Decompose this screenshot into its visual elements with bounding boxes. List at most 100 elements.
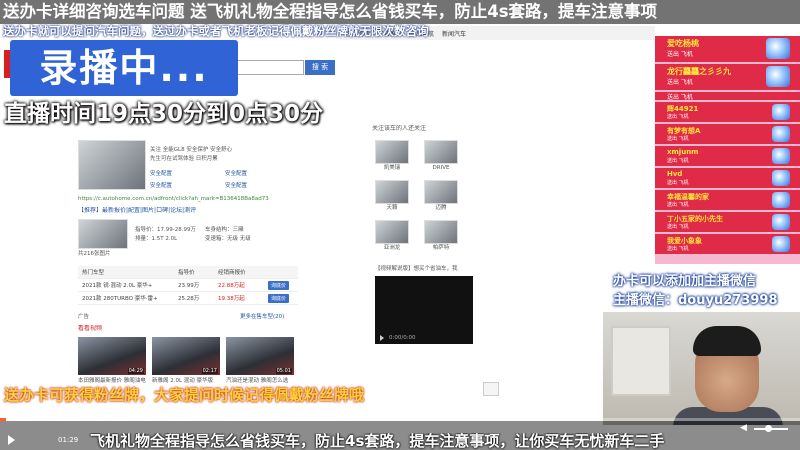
model-dealer-price: 19.38万起 bbox=[218, 296, 245, 302]
gift-entry: 有梦有想A 送出 飞机 bbox=[655, 124, 800, 144]
gift-entry: 幸福温馨的家 送出 飞机 bbox=[655, 190, 800, 210]
header-model: 热门车型 bbox=[82, 270, 105, 276]
bottom-scrolling-notice: 飞机礼物全程指导怎么省钱买车，防止4s套路，提车注意事项，让你买车无忧新车二手 bbox=[90, 433, 665, 450]
live-schedule: 直播时间19点30分到0点30分 bbox=[4, 101, 324, 127]
followed-car-image[interactable] bbox=[424, 180, 458, 204]
more-models-link[interactable]: 更多在售车型(20) bbox=[240, 313, 284, 321]
seek-bar-progress bbox=[0, 418, 6, 421]
followed-car-name[interactable]: 亚洲龙 bbox=[375, 244, 409, 252]
price-block-title[interactable]: 【推荐】最新报价|配置|图片|口碑|论坛|测评 bbox=[78, 207, 228, 215]
gift-description: 送出 飞机 bbox=[667, 136, 689, 142]
volume-icon[interactable]: ◀ bbox=[740, 423, 750, 433]
rocket-icon bbox=[772, 170, 790, 186]
embedded-video-time: 0:00/0:00 bbox=[389, 335, 416, 341]
sub-banner: 送办卡就可以提问汽车问题，送过办卡或者飞机老板记得佩戴粉丝牌就无限次数咨询 bbox=[3, 24, 429, 38]
streamer-hair bbox=[693, 326, 761, 356]
followed-car-name[interactable]: 天籁 bbox=[375, 204, 409, 212]
followed-car-name[interactable]: 帕萨特 bbox=[424, 244, 458, 252]
model-price: 23.99万 bbox=[178, 283, 200, 289]
gift-description: 送出 飞机 bbox=[667, 202, 689, 208]
summary-link-4[interactable]: 安全配置 bbox=[225, 182, 247, 190]
model-dealer-price: 22.88万起 bbox=[218, 283, 245, 289]
search-button[interactable]: 搜 索 bbox=[305, 60, 335, 75]
video-card[interactable]: 04:29 本田雅阁最新报价 雅阁油电 bbox=[78, 337, 146, 385]
model-table: 热门车型 指导价 经销商报价 2021款 锐·混动 2.0L 豪华+ 23.99… bbox=[78, 266, 298, 305]
gift-entry: Hvd 送出 飞机 bbox=[655, 168, 800, 188]
price-block-image[interactable] bbox=[78, 219, 128, 249]
embedded-video-title[interactable]: 【视频解说版】想买个省油车，我 bbox=[375, 265, 475, 273]
gift-description: 送出 飞机 bbox=[667, 114, 689, 120]
summary-link-3[interactable]: 安全配置 bbox=[150, 182, 172, 190]
rocket-icon bbox=[772, 192, 790, 208]
model-name[interactable]: 2021款 锐·混动 2.0L 豪华+ bbox=[78, 281, 178, 289]
car-summary-line-1: 关注 全能GL8 安全保护 安全舒心 bbox=[150, 147, 233, 153]
header-price: 指导价 bbox=[178, 270, 195, 276]
gift-sender: xmjunm bbox=[667, 148, 699, 156]
video-thumbnail[interactable]: 05:01 bbox=[226, 337, 294, 375]
followed-car-image[interactable] bbox=[424, 220, 458, 244]
price-block-image-caption: 共216张图片 bbox=[78, 251, 111, 257]
followed-car-name[interactable]: DRIVE bbox=[424, 164, 458, 172]
video-card[interactable]: 02:17 新雅阁 2.0L 混动 豪华版 bbox=[152, 337, 220, 385]
gift-description: 送出 飞机 bbox=[667, 180, 689, 186]
gift-description: 送出 飞机 bbox=[667, 224, 689, 230]
spec-engine: 排量：1.5T 2.0L bbox=[135, 236, 178, 242]
summary-link-2[interactable]: 安全配置 bbox=[225, 170, 247, 178]
followed-car[interactable]: 天籁 bbox=[375, 180, 409, 212]
rocket-icon bbox=[766, 38, 790, 59]
video-thumbnail[interactable]: 04:29 bbox=[78, 337, 146, 375]
seek-bar[interactable] bbox=[0, 418, 800, 421]
gift-description: 送出 飞机 bbox=[667, 79, 693, 86]
wechat-notice: 办卡可以添加加主播微信 bbox=[613, 274, 757, 289]
ad-url[interactable]: https://c.autohome.com.cn/adfront/click?… bbox=[78, 195, 298, 203]
followed-car[interactable]: 凯美瑞 bbox=[375, 140, 409, 172]
ask-price-button[interactable]: 询底价 bbox=[268, 293, 290, 303]
model-row[interactable]: 2021款 锐·混动 2.0L 豪华+ 23.99万 22.88万起 询底价 bbox=[78, 279, 298, 292]
gift-description: 送出 飞机 bbox=[667, 94, 693, 101]
followed-car-image[interactable] bbox=[375, 180, 409, 204]
gift-entry: 丁小五家的小先生 送出 飞机 bbox=[655, 212, 800, 232]
followed-car-name[interactable]: 迈腾 bbox=[424, 204, 458, 212]
summary-link-1[interactable]: 安全配置 bbox=[150, 170, 172, 178]
rocket-icon bbox=[772, 214, 790, 230]
scrolling-notice: 送办卡可获得粉丝牌，大家提问时候记得佩戴粉丝牌哦 bbox=[4, 386, 365, 404]
gift-panel: 爱吃杨桃 送出 飞机 龙行龘龘之彡彡九 送出 飞机 送出 飞机 辉44921 送… bbox=[655, 36, 800, 264]
videos-title[interactable]: 看看视频 bbox=[78, 325, 102, 333]
followed-car[interactable]: 迈腾 bbox=[424, 180, 458, 212]
gift-description: 送出 飞机 bbox=[667, 246, 689, 252]
followed-car-image[interactable] bbox=[375, 220, 409, 244]
gift-sender: 龙行龘龘之彡彡九 bbox=[667, 67, 731, 76]
model-price: 25.28万 bbox=[178, 296, 200, 302]
streamer-webcam bbox=[603, 312, 800, 425]
followed-car-image[interactable] bbox=[424, 140, 458, 164]
embedded-video-player[interactable]: 0:00/0:00 bbox=[375, 276, 473, 344]
model-name[interactable]: 2021款 280TURBO 豪华·雷+ bbox=[78, 294, 178, 302]
followed-car[interactable]: DRIVE bbox=[424, 140, 458, 172]
gift-entry: 辉44921 送出 飞机 bbox=[655, 102, 800, 122]
followed-car-name[interactable]: 凯美瑞 bbox=[375, 164, 409, 172]
video-duration: 02:17 bbox=[201, 368, 218, 374]
replay-badge: 录播中... bbox=[10, 40, 238, 96]
volume-slider-handle[interactable] bbox=[765, 425, 772, 432]
video-thumbnail[interactable]: 02:17 bbox=[152, 337, 220, 375]
wechat-id: 主播微信：douyu273998 bbox=[613, 293, 778, 308]
model-row[interactable]: 2021款 280TURBO 豪华·雷+ 25.28万 19.38万起 询底价 bbox=[78, 292, 298, 305]
ad-label: 广告 bbox=[78, 314, 90, 320]
gift-entry: 龙行龘龘之彡彡九 送出 飞机 bbox=[655, 64, 800, 90]
gift-entry: 爱吃杨桃 送出 飞机 bbox=[655, 36, 800, 62]
rocket-icon bbox=[772, 148, 790, 164]
car-summary-image[interactable] bbox=[78, 140, 146, 190]
embedded-play-icon[interactable] bbox=[380, 335, 384, 341]
followed-car-image[interactable] bbox=[375, 140, 409, 164]
rocket-icon bbox=[772, 104, 790, 120]
followed-car[interactable]: 帕萨特 bbox=[424, 220, 458, 252]
header-dealer: 经销商报价 bbox=[218, 270, 246, 276]
video-card[interactable]: 05:01 汽油还是混动 雅阁怎么选 bbox=[226, 337, 294, 385]
followed-car[interactable]: 亚洲龙 bbox=[375, 220, 409, 252]
gift-description: 送出 飞机 bbox=[667, 158, 689, 164]
gift-entry: 送出 飞机 bbox=[655, 92, 800, 101]
gift-sender: 爱吃杨桃 bbox=[667, 39, 699, 48]
ask-price-button[interactable]: 询底价 bbox=[268, 280, 290, 290]
spec-body: 车身结构：三厢 bbox=[205, 227, 244, 233]
rocket-icon bbox=[772, 126, 790, 142]
